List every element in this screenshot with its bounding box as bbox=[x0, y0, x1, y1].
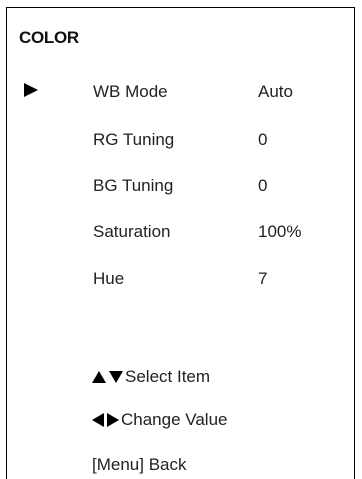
menu-item-hue[interactable]: Hue 7 bbox=[7, 267, 354, 291]
hint-select-text: Select Item bbox=[125, 367, 211, 386]
hint-change-text: Change Value bbox=[121, 410, 228, 429]
menu-item-label: RG Tuning bbox=[93, 130, 175, 149]
hint-select-item: Select Item bbox=[92, 367, 210, 387]
menu-item-value[interactable]: 0 bbox=[258, 130, 267, 150]
menu-item-rg-tuning[interactable]: RG Tuning 0 bbox=[7, 128, 354, 152]
down-arrow-icon bbox=[109, 371, 123, 383]
menu-item-wb-mode[interactable]: WB Mode Auto bbox=[7, 80, 354, 104]
menu-item-bg-tuning[interactable]: BG Tuning 0 bbox=[7, 174, 354, 198]
menu-item-label: BG Tuning bbox=[93, 176, 174, 195]
menu-item-label: WB Mode bbox=[93, 82, 168, 101]
menu-item-label: Hue bbox=[93, 269, 125, 288]
menu-item-value[interactable]: 7 bbox=[258, 269, 267, 289]
menu-title: COLOR bbox=[19, 28, 79, 47]
left-arrow-icon bbox=[92, 413, 104, 427]
menu-item-label: Saturation bbox=[93, 222, 171, 241]
menu-item-value[interactable]: 0 bbox=[258, 176, 267, 196]
hint-menu-back: [Menu] Back bbox=[92, 455, 187, 475]
menu-item-value[interactable]: 100% bbox=[258, 222, 301, 242]
menu-item-value[interactable]: Auto bbox=[258, 82, 293, 102]
right-arrow-icon bbox=[107, 413, 119, 427]
hint-back-text: [Menu] Back bbox=[92, 455, 187, 474]
color-menu-panel: COLOR WB Mode Auto RG Tuning 0 BG Tuning… bbox=[6, 7, 355, 479]
up-arrow-icon bbox=[92, 371, 106, 383]
menu-item-saturation[interactable]: Saturation 100% bbox=[7, 220, 354, 244]
hint-change-value: Change Value bbox=[92, 410, 228, 430]
selection-cursor-icon bbox=[24, 83, 38, 97]
